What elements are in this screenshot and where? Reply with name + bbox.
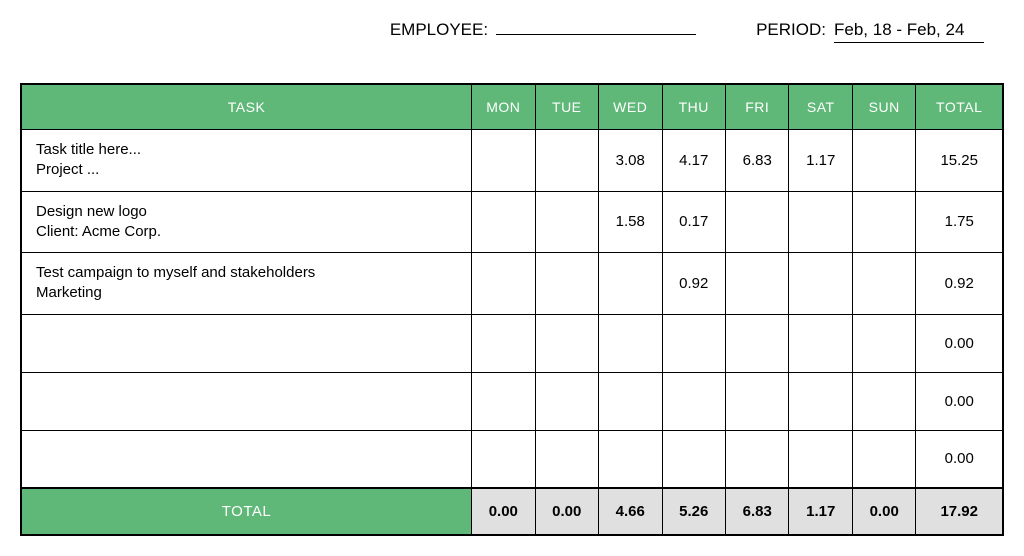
task-cell[interactable]: Test campaign to myself and stakeholders… xyxy=(21,253,472,315)
table-row: 0.00 xyxy=(21,314,1003,372)
row-total: 0.00 xyxy=(916,314,1003,372)
day-cell[interactable] xyxy=(535,314,598,372)
day-cell[interactable] xyxy=(725,314,788,372)
table-row: Test campaign to myself and stakeholders… xyxy=(21,253,1003,315)
employee-field: EMPLOYEE: xyxy=(390,20,696,43)
col-mon: MON xyxy=(472,84,535,130)
day-cell[interactable]: 0.17 xyxy=(662,191,725,253)
table-row: Task title here...Project ... 3.084.176.8… xyxy=(21,130,1003,192)
day-cell[interactable]: 3.08 xyxy=(599,130,662,192)
period-label: PERIOD: xyxy=(756,20,826,40)
period-field: PERIOD: Feb, 18 - Feb, 24 xyxy=(756,20,984,43)
day-cell[interactable] xyxy=(725,372,788,430)
footer-fri: 6.83 xyxy=(725,488,788,535)
day-cell[interactable] xyxy=(535,430,598,488)
col-sun: SUN xyxy=(852,84,915,130)
day-cell[interactable] xyxy=(852,314,915,372)
footer-sun: 0.00 xyxy=(852,488,915,535)
footer-sat: 1.17 xyxy=(789,488,852,535)
task-title: Test campaign to myself and stakeholders xyxy=(36,263,457,283)
day-cell[interactable] xyxy=(789,372,852,430)
day-cell[interactable] xyxy=(599,430,662,488)
row-total: 0.00 xyxy=(916,430,1003,488)
day-cell[interactable] xyxy=(662,372,725,430)
day-cell[interactable] xyxy=(725,253,788,315)
row-total: 1.75 xyxy=(916,191,1003,253)
col-tue: TUE xyxy=(535,84,598,130)
day-cell[interactable] xyxy=(599,314,662,372)
col-wed: WED xyxy=(599,84,662,130)
day-cell[interactable] xyxy=(472,130,535,192)
day-cell[interactable] xyxy=(789,314,852,372)
table-row: Design new logoClient: Acme Corp. 1.580.1… xyxy=(21,191,1003,253)
period-value[interactable]: Feb, 18 - Feb, 24 xyxy=(834,20,984,43)
day-cell[interactable] xyxy=(725,430,788,488)
day-cell[interactable] xyxy=(852,191,915,253)
table-row: 0.00 xyxy=(21,372,1003,430)
col-thu: THU xyxy=(662,84,725,130)
employee-value[interactable] xyxy=(496,32,696,35)
row-total: 0.00 xyxy=(916,372,1003,430)
task-subtitle: Project ... xyxy=(36,160,457,180)
day-cell[interactable] xyxy=(599,253,662,315)
day-cell[interactable] xyxy=(535,253,598,315)
col-sat: SAT xyxy=(789,84,852,130)
footer-wed: 4.66 xyxy=(599,488,662,535)
col-total: TOTAL xyxy=(916,84,1003,130)
day-cell[interactable]: 6.83 xyxy=(725,130,788,192)
employee-label: EMPLOYEE: xyxy=(390,20,488,40)
day-cell[interactable] xyxy=(725,191,788,253)
day-cell[interactable] xyxy=(852,253,915,315)
day-cell[interactable] xyxy=(472,314,535,372)
task-cell[interactable]: Task title here...Project ... xyxy=(21,130,472,192)
day-cell[interactable] xyxy=(472,253,535,315)
day-cell[interactable]: 1.58 xyxy=(599,191,662,253)
day-cell[interactable]: 0.92 xyxy=(662,253,725,315)
task-cell[interactable] xyxy=(21,430,472,488)
day-cell[interactable] xyxy=(535,191,598,253)
footer-mon: 0.00 xyxy=(472,488,535,535)
day-cell[interactable] xyxy=(789,191,852,253)
day-cell[interactable] xyxy=(472,191,535,253)
day-cell[interactable] xyxy=(535,130,598,192)
task-title: Task title here... xyxy=(36,140,457,160)
day-cell[interactable]: 1.17 xyxy=(789,130,852,192)
timesheet-table: TASK MON TUE WED THU FRI SAT SUN TOTAL T… xyxy=(20,83,1004,536)
row-total: 0.92 xyxy=(916,253,1003,315)
day-cell[interactable] xyxy=(472,372,535,430)
row-total: 15.25 xyxy=(916,130,1003,192)
table-footer-row: TOTAL 0.00 0.00 4.66 5.26 6.83 1.17 0.00… xyxy=(21,488,1003,535)
day-cell[interactable] xyxy=(662,430,725,488)
task-subtitle: Marketing xyxy=(36,283,457,303)
day-cell[interactable] xyxy=(852,130,915,192)
day-cell[interactable] xyxy=(789,430,852,488)
day-cell[interactable] xyxy=(662,314,725,372)
day-cell[interactable]: 4.17 xyxy=(662,130,725,192)
task-cell[interactable] xyxy=(21,372,472,430)
task-cell[interactable]: Design new logoClient: Acme Corp. xyxy=(21,191,472,253)
task-title: Design new logo xyxy=(36,202,457,222)
footer-label: TOTAL xyxy=(21,488,472,535)
day-cell[interactable] xyxy=(472,430,535,488)
table-header-row: TASK MON TUE WED THU FRI SAT SUN TOTAL xyxy=(21,84,1003,130)
footer-thu: 5.26 xyxy=(662,488,725,535)
col-fri: FRI xyxy=(725,84,788,130)
task-cell[interactable] xyxy=(21,314,472,372)
day-cell[interactable] xyxy=(852,430,915,488)
day-cell[interactable] xyxy=(789,253,852,315)
table-row: 0.00 xyxy=(21,430,1003,488)
day-cell[interactable] xyxy=(599,372,662,430)
header-row: EMPLOYEE: PERIOD: Feb, 18 - Feb, 24 xyxy=(20,20,1004,43)
col-task: TASK xyxy=(21,84,472,130)
footer-total: 17.92 xyxy=(916,488,1003,535)
day-cell[interactable] xyxy=(535,372,598,430)
task-subtitle: Client: Acme Corp. xyxy=(36,222,457,242)
footer-tue: 0.00 xyxy=(535,488,598,535)
day-cell[interactable] xyxy=(852,372,915,430)
